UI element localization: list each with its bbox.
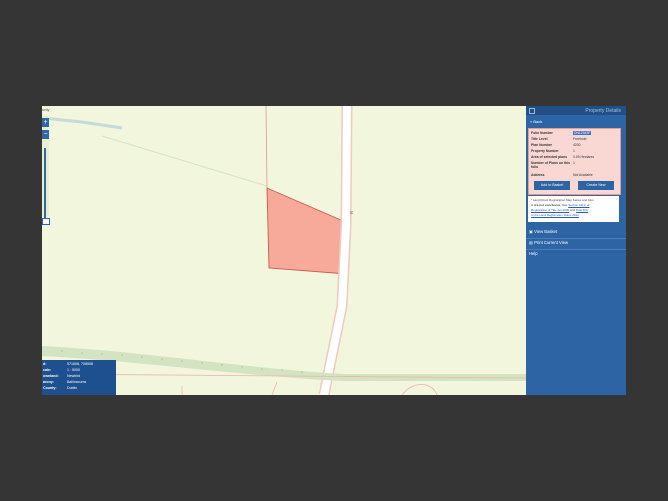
zoom-slider-handle[interactable] [42, 218, 50, 225]
registration-act-link[interactable]: Registration of Title Act 2006 [531, 208, 569, 212]
add-to-basket-button[interactable]: Add to Basket [534, 181, 570, 190]
property-details-panel: Property Details « Back Folio Number DN1… [526, 106, 626, 395]
view-basket-link[interactable]: ▣ View Basket [529, 229, 557, 234]
rule-8-link[interactable]: Rule 8(1) [576, 208, 588, 212]
zoom-control: + − [42, 116, 50, 225]
map-canvas[interactable]: R unty + − d: 571808, 708508 cale: 1 : 500… [42, 106, 526, 395]
road-label: R [348, 210, 354, 215]
note-line-3: Registration of Title Act 2006 and Rule … [531, 208, 589, 212]
zoom-out-button[interactable]: − [42, 130, 49, 139]
chevron-left-icon: « [530, 119, 533, 124]
property-card: Folio Number DN12345F Title Level Freehol… [528, 128, 621, 195]
section-62-link[interactable]: Section 62(1) of [568, 203, 589, 207]
note-line-1: * Land Direct Registration Map Series an… [531, 198, 594, 202]
back-label: Back [533, 119, 543, 124]
basket-icon: ▣ [529, 229, 533, 234]
panel-title: Property Details [585, 108, 621, 114]
divider [526, 238, 626, 239]
map-corner-label: unty [42, 107, 50, 112]
panel-header: Property Details [526, 106, 626, 115]
map-drawing [42, 106, 526, 395]
info-row-county: County: Dublin [43, 386, 78, 390]
print-current-view-link[interactable]: ▤ Print Current View [529, 240, 568, 245]
folio-number-link[interactable]: DN12345F [573, 131, 592, 135]
disclaimer-note: * Land Direct Registration Map Series an… [528, 196, 619, 222]
map-stream [42, 116, 123, 130]
help-link[interactable]: Help [529, 251, 538, 256]
printer-icon: ▤ [529, 240, 533, 245]
selected-parcel[interactable] [266, 187, 351, 275]
zoom-in-button[interactable]: + [42, 118, 49, 127]
note-line-2: is are not conclusive. See Section 62(1)… [531, 203, 590, 207]
location-info-box: d: 571808, 708508 cale: 1 : 5000 ownland: N… [42, 360, 116, 395]
registration-rules-link[interactable]: of the Land Registration Rules 2012 [531, 213, 579, 217]
parcel-boundary-line [265, 106, 268, 189]
field-boundary [101, 135, 268, 187]
panel-menu-icon[interactable] [529, 108, 535, 114]
zoom-slider-track[interactable] [44, 148, 46, 218]
divider [526, 249, 626, 250]
bottom-field-lines [181, 381, 438, 395]
back-link[interactable]: « Back [530, 119, 542, 124]
create-new-button[interactable]: Create New [578, 181, 614, 190]
note-line-4: of the Land Registration Rules 2012 [531, 213, 579, 217]
screenshot-frame: R unty + − d: 571808, 708508 cale: 1 : 500… [42, 106, 626, 395]
